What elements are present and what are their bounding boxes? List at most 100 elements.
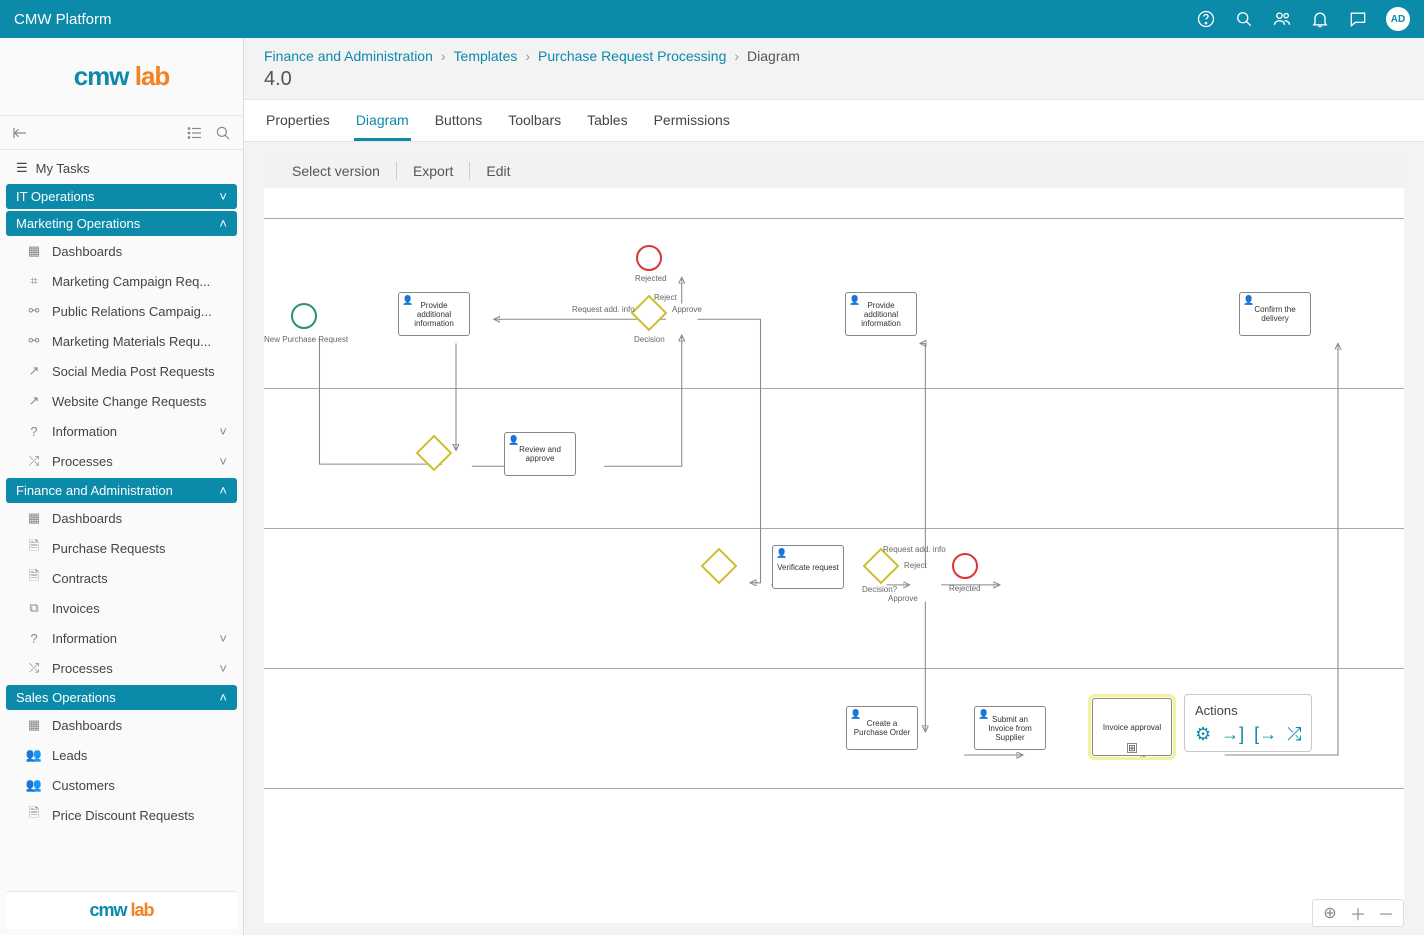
sidebar-item[interactable]: ↗Social Media Post Requests [6, 356, 237, 386]
gateway-merge-2[interactable] [701, 548, 738, 585]
sidebar-item[interactable]: 👥Customers [6, 770, 237, 800]
topbar: CMW Platform AD [0, 0, 1424, 38]
lane-line [264, 528, 1404, 529]
action-enter-icon[interactable]: →] [1221, 724, 1244, 745]
task-verificate[interactable]: 👤Verificate request [772, 545, 844, 589]
search-icon[interactable] [1234, 9, 1254, 29]
toolbar-edit[interactable]: Edit [470, 163, 526, 179]
breadcrumb-item[interactable]: Purchase Request Processing [538, 48, 726, 64]
sidebar-item[interactable]: ▦Dashboards [6, 710, 237, 740]
sidebar-item[interactable]: 👥Leads [6, 740, 237, 770]
breadcrumb-item: Diagram [747, 48, 800, 64]
chat-icon[interactable] [1348, 9, 1368, 29]
sidebar-toolbar [0, 116, 243, 150]
sidebar-item[interactable]: ?Information˅ [6, 623, 237, 653]
breadcrumb-item[interactable]: Templates [454, 48, 518, 64]
sidebar-item[interactable]: ?Information˅ [6, 416, 237, 446]
action-settings-icon[interactable]: ⚙ [1195, 724, 1211, 745]
sidebar-section[interactable]: Sales Operations˄ [6, 685, 237, 710]
sidebar-search-icon[interactable] [213, 123, 233, 143]
sidebar-item-mytasks[interactable]: ☰My Tasks [6, 154, 237, 182]
users-icon[interactable] [1272, 9, 1292, 29]
toolbar-select-version[interactable]: Select version [276, 163, 396, 179]
sidebar-footer-logo: cmw lab [6, 891, 237, 929]
sidebar-section[interactable]: Marketing Operations˄ [6, 211, 237, 236]
doc-icon: 🗎 [26, 807, 42, 823]
collapse-sidebar-icon[interactable] [10, 123, 30, 143]
tab-toolbars[interactable]: Toolbars [506, 102, 563, 141]
flow-label: Approve [672, 305, 702, 314]
avatar[interactable]: AD [1386, 7, 1410, 31]
start-label: New Purchase Request [264, 335, 348, 344]
action-exit-icon[interactable]: [→ [1254, 724, 1277, 745]
main: Finance and Administration › Templates › Pur… [244, 38, 1424, 935]
diagram-canvas[interactable]: New Purchase Request 👤Provide additional… [264, 188, 1404, 923]
zoom-in-icon[interactable]: ＋ [1347, 902, 1369, 924]
breadcrumb: Finance and Administration › Templates › Pur… [264, 48, 1404, 64]
tab-permissions[interactable]: Permissions [652, 102, 732, 141]
gateway-label: Decision? [862, 585, 897, 594]
gateway-merge-1[interactable] [416, 435, 453, 472]
tab-diagram[interactable]: Diagram [354, 102, 411, 141]
sidebar-item[interactable]: ↗Website Change Requests [6, 386, 237, 416]
actions-title: Actions [1195, 703, 1301, 718]
sidebar-item[interactable]: ⚯Public Relations Campaig... [6, 296, 237, 326]
sidebar-item[interactable]: 🗎Price Discount Requests [6, 800, 237, 830]
lane-line [264, 788, 1404, 789]
help-icon[interactable] [1196, 9, 1216, 29]
sidebar-item[interactable]: ⤮Processes˅ [6, 446, 237, 476]
diagram-toolbar: Select versionExportEdit [264, 154, 1404, 188]
sidebar-item[interactable]: ⚯Marketing Materials Requ... [6, 326, 237, 356]
list-icon[interactable] [185, 123, 205, 143]
start-event[interactable] [291, 303, 317, 329]
end-label: Rejected [949, 584, 981, 593]
sidebar-item[interactable]: 🗎Purchase Requests [6, 533, 237, 563]
task-provide-info-2[interactable]: 👤Provide additional information [845, 292, 917, 336]
flow-label: Reject [654, 293, 677, 302]
sidebar-item[interactable]: ⤮Processes˅ [6, 653, 237, 683]
sidebar-section[interactable]: IT Operations˅ [6, 184, 237, 209]
sidebar-section[interactable]: Finance and Administration˄ [6, 478, 237, 503]
tab-properties[interactable]: Properties [264, 102, 332, 141]
chevron-right-icon: › [441, 48, 446, 64]
task-submit-invoice[interactable]: 👤Submit an Invoice from Supplier [974, 706, 1046, 750]
task-create-po[interactable]: 👤Create a Purchase Order [846, 706, 918, 750]
doc-icon: 🗎 [26, 570, 42, 586]
zoom-fit-icon[interactable]: ⊕ [1319, 902, 1341, 924]
sidebar-item[interactable]: 🗎Contracts [6, 563, 237, 593]
action-shuffle-icon[interactable]: ⤮ [1287, 724, 1301, 745]
tasks-icon: ☰ [16, 160, 28, 176]
lane-line [264, 218, 1404, 219]
chevron-down-icon: ˅ [219, 189, 227, 204]
grid-icon: ⌗ [26, 273, 42, 289]
sidebar-item[interactable]: ⧉Invoices [6, 593, 237, 623]
org-icon: ⚯ [26, 303, 42, 319]
task-invoice-approval[interactable]: Invoice approval⊞ [1092, 698, 1172, 756]
chevron-down-icon: ˅ [219, 424, 227, 439]
task-review-approve[interactable]: 👤Review and approve [504, 432, 576, 476]
sidebar-item[interactable]: ▦Dashboards [6, 503, 237, 533]
share-icon: ↗ [26, 363, 42, 379]
info-icon: ? [26, 423, 42, 439]
end-event-rejected-2[interactable] [952, 553, 978, 579]
doc-icon: 🗎 [26, 540, 42, 556]
invoice-icon: ⧉ [26, 600, 42, 616]
bell-icon[interactable] [1310, 9, 1330, 29]
zoom-controls: ⊕ ＋ － [1312, 899, 1404, 927]
chevron-right-icon: › [734, 48, 739, 64]
tab-buttons[interactable]: Buttons [433, 102, 484, 141]
toolbar-export[interactable]: Export [397, 163, 469, 179]
chevron-down-icon: ˅ [219, 631, 227, 646]
sidebar-item[interactable]: ▦Dashboards [6, 236, 237, 266]
zoom-out-icon[interactable]: － [1375, 902, 1397, 924]
flow-label: Reject [904, 561, 927, 570]
sidebar-item[interactable]: ⌗Marketing Campaign Req... [6, 266, 237, 296]
task-confirm-delivery[interactable]: 👤Confirm the delivery [1239, 292, 1311, 336]
app-title: CMW Platform [14, 11, 1196, 28]
tab-tables[interactable]: Tables [585, 102, 629, 141]
chevron-up-icon: ˄ [219, 216, 227, 231]
task-provide-info-1[interactable]: 👤Provide additional information [398, 292, 470, 336]
chevron-up-icon: ˄ [219, 483, 227, 498]
end-event-rejected-1[interactable] [636, 245, 662, 271]
breadcrumb-item[interactable]: Finance and Administration [264, 48, 433, 64]
